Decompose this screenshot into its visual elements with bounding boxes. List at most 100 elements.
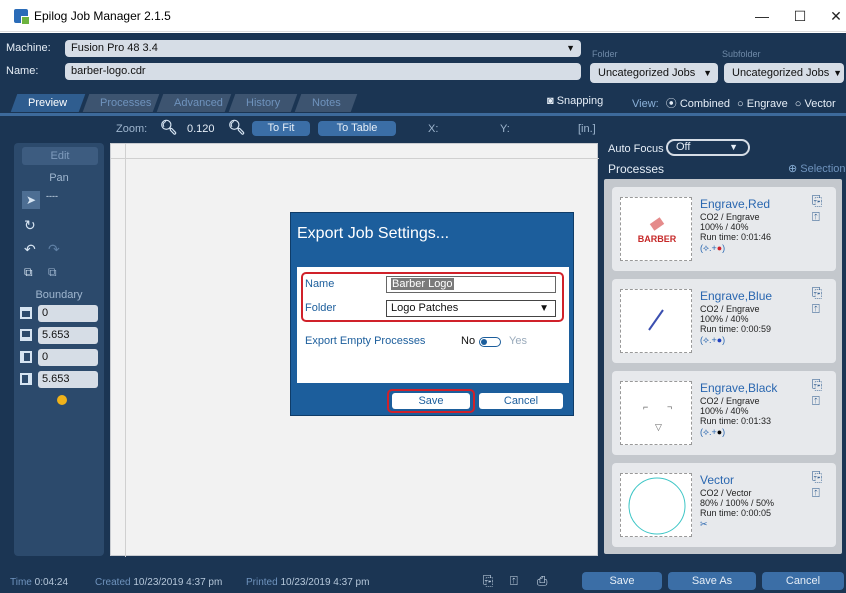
maximize-button[interactable]: ☐ — [790, 6, 810, 26]
save-as-button[interactable]: Save As — [668, 572, 756, 590]
folder-label: Folder — [592, 49, 618, 59]
boundary-top-row: 0 — [20, 305, 100, 322]
tab-advanced[interactable]: Advanced — [156, 94, 232, 112]
export-job-icon[interactable]: ⎘ — [483, 573, 493, 589]
import-icon[interactable]: ⍐ — [812, 485, 820, 501]
process-type: CO2 / Vector — [700, 488, 752, 498]
dialog-name-input[interactable]: Barber Logo — [386, 276, 556, 293]
folder-value: Uncategorized Jobs — [598, 67, 696, 79]
name-label: Name: — [6, 65, 39, 77]
autofocus-select[interactable]: Off ▼ — [666, 139, 750, 156]
y-coord-label: Y: — [500, 123, 510, 135]
warning-icon — [57, 395, 67, 405]
export-icon[interactable]: ⎘ — [812, 285, 822, 301]
svg-text:⌐: ⌐ — [643, 402, 648, 412]
toggle-yes-label: Yes — [509, 335, 527, 347]
tool-panel: Edit Pan ➤ ---- ↻ ↶ ↷ ⧉ ⧉ Boundary 0 5.6… — [14, 143, 104, 556]
dialog-cancel-button[interactable]: Cancel — [479, 393, 563, 409]
minimize-button[interactable]: — — [752, 6, 772, 26]
add-selection-button[interactable]: ⊕ Selection — [788, 162, 846, 175]
cancel-button[interactable]: Cancel — [762, 572, 844, 590]
boundary-bottom-row: 5.653 — [20, 327, 100, 344]
boundary-top-input[interactable]: 0 — [38, 305, 98, 322]
process-power: 100% / 40% — [700, 222, 749, 232]
boundary-bottom-icon — [20, 329, 32, 341]
dialog-title: Export Job Settings... — [297, 225, 450, 242]
view-engrave-radio[interactable]: ○ Engrave — [737, 98, 788, 110]
zoom-in-icon[interactable]: 🔍︎ — [228, 119, 246, 136]
process-thumbnail: ⌐ ¬ ▽ — [620, 381, 692, 445]
import-icon[interactable]: ⍐ — [812, 209, 820, 225]
processes-list: BARBER Engrave,Red CO2 / Engrave 100% / … — [604, 179, 842, 554]
circle-thumb — [628, 477, 686, 535]
black-art-thumb: ⌐ ¬ ▽ — [643, 402, 672, 432]
subfolder-select[interactable]: Uncategorized Jobs ▼ — [724, 63, 844, 83]
ungroup-icon[interactable]: ⧉ — [48, 265, 57, 280]
boundary-right-input[interactable]: 5.653 — [38, 371, 98, 388]
tab-notes[interactable]: Notes — [294, 94, 358, 112]
export-empty-label: Export Empty Processes — [305, 335, 426, 347]
process-card[interactable]: Engrave,Blue CO2 / Engrave 100% / 40% Ru… — [612, 279, 836, 363]
machine-select[interactable]: Fusion Pro 48 3.4 ▼ — [65, 40, 581, 57]
job-name-field[interactable]: barber-logo.cdr — [65, 63, 581, 80]
process-name: Engrave,Blue — [700, 289, 773, 303]
autofocus-value: Off — [676, 141, 691, 153]
boundary-top-icon — [20, 307, 32, 319]
process-card[interactable]: Vector CO2 / Vector 80% / 100% / 50% Run… — [612, 463, 836, 547]
plus-circle-icon: ⊕ — [788, 163, 798, 175]
print-icon[interactable]: ⎙ — [537, 573, 547, 589]
process-color-indicator: (⟡.+●) — [700, 427, 726, 437]
edit-button[interactable]: Edit — [22, 147, 98, 165]
to-table-button[interactable]: To Table — [318, 121, 396, 136]
boundary-bottom-input[interactable]: 5.653 — [38, 327, 98, 344]
boundary-right-row: 5.653 — [20, 371, 100, 388]
snapping-label: Snapping — [556, 95, 604, 107]
dialog-folder-label: Folder — [305, 302, 337, 314]
process-runtime: Run time: 0:01:33 — [700, 416, 772, 426]
razor-thumb — [648, 309, 664, 331]
tab-history[interactable]: History — [228, 94, 298, 112]
pointer-icon[interactable]: ➤ — [22, 191, 40, 209]
barber-logo-thumb: BARBER — [638, 217, 677, 244]
save-button[interactable]: Save — [582, 572, 662, 590]
svg-text:¬: ¬ — [667, 402, 672, 412]
process-name: Engrave,Red — [700, 197, 771, 211]
tab-processes[interactable]: Processes — [82, 94, 160, 112]
export-icon[interactable]: ⎘ — [812, 377, 822, 393]
zoom-out-icon[interactable]: 🔍︎ — [160, 119, 178, 136]
boundary-left-icon — [20, 351, 32, 363]
zoom-label: Zoom: — [116, 123, 148, 135]
toggle-no-label: No — [461, 335, 476, 347]
process-color-indicator: (⟡.+●) — [700, 243, 726, 253]
process-power: 80% / 100% / 50% — [700, 498, 775, 508]
process-card[interactable]: ⌐ ¬ ▽ Engrave,Black CO2 / Engrave 100% /… — [612, 371, 836, 455]
redo-icon[interactable]: ↷ — [48, 241, 60, 258]
process-type: CO2 / Engrave — [700, 396, 760, 406]
canvas-ruler-v — [125, 144, 126, 557]
boundary-left-input[interactable]: 0 — [38, 349, 98, 366]
export-job-dialog: Export Job Settings... Name Barber Logo … — [290, 212, 574, 416]
chevron-down-icon: ▼ — [703, 68, 712, 78]
view-vector-radio[interactable]: ○ Vector — [795, 98, 836, 110]
dialog-save-button[interactable]: Save — [392, 393, 470, 409]
to-fit-button[interactable]: To Fit — [252, 121, 310, 136]
export-icon[interactable]: ⎘ — [812, 193, 822, 209]
dialog-folder-select[interactable]: Logo Patches ▼ — [386, 300, 556, 317]
created-status: Created 10/23/2019 4:37 pm — [95, 577, 223, 588]
folder-select[interactable]: Uncategorized Jobs ▼ — [590, 63, 718, 83]
import-icon[interactable]: ⍐ — [812, 393, 820, 409]
view-combined-radio[interactable]: ⦿ Combined — [666, 98, 730, 110]
import-job-icon[interactable]: ⍐ — [510, 573, 518, 589]
export-empty-toggle[interactable] — [479, 337, 501, 347]
process-thumbnail: BARBER — [620, 197, 692, 261]
close-button[interactable]: ✕ — [826, 6, 846, 26]
snapping-toggle[interactable]: ◙ Snapping — [547, 95, 603, 107]
undo-icon[interactable]: ↶ — [24, 241, 36, 258]
process-card[interactable]: BARBER Engrave,Red CO2 / Engrave 100% / … — [612, 187, 836, 271]
group-icon[interactable]: ⧉ — [24, 265, 33, 280]
export-icon[interactable]: ⎘ — [812, 469, 822, 485]
rotate-icon[interactable]: ↻ — [24, 217, 36, 234]
import-icon[interactable]: ⍐ — [812, 301, 820, 317]
subfolder-value: Uncategorized Jobs — [732, 67, 830, 79]
tab-preview[interactable]: Preview — [10, 94, 86, 112]
